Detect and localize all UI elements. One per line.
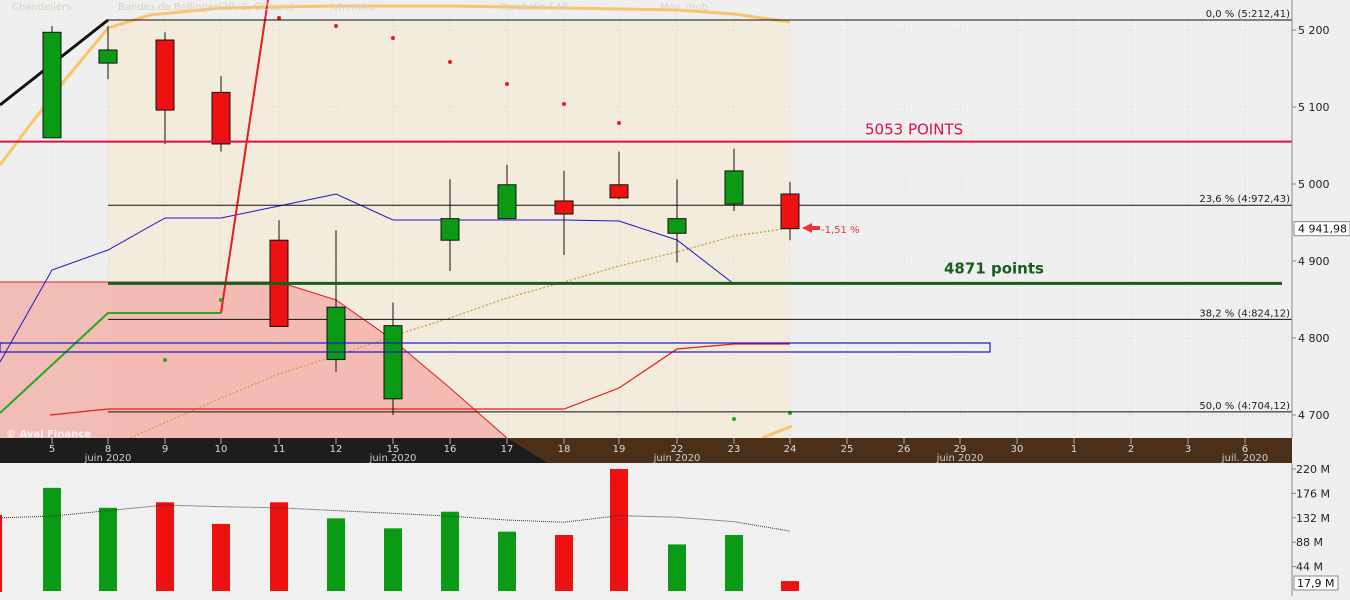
- fib-label-1: 23,6 % (4:972,43): [1199, 194, 1290, 205]
- sar-dot-2: [391, 36, 395, 40]
- sar-dot-0: [277, 16, 281, 20]
- x-tick-label-8: 17: [501, 444, 514, 455]
- x-tick-label-7: 16: [444, 444, 457, 455]
- change-badge: -1,51 %: [821, 225, 860, 236]
- volume-bar-15: [384, 528, 402, 591]
- candle-body-17: [497, 184, 517, 220]
- volume-bar-12: [327, 518, 345, 591]
- volume-bar-24: [781, 581, 799, 591]
- x-tick-label-4: 11: [273, 444, 286, 455]
- legend-item-3: Parabolic SAR: [500, 2, 569, 13]
- y-tick-label-0: 5 200: [1298, 24, 1330, 37]
- vol-tick-label-1: 176 M: [1296, 487, 1330, 500]
- x-tick-label-17: 30: [1011, 444, 1024, 455]
- vol-tick-label-3: 88 M: [1296, 536, 1323, 549]
- last-price-label: 4 941,98: [1298, 223, 1347, 236]
- legend-item-4: Moy. mob.: [660, 2, 711, 13]
- candle-body-18: [554, 200, 574, 215]
- y-tick-label-2: 5 000: [1298, 178, 1330, 191]
- candle-body-8: [98, 49, 118, 64]
- sar-dot-1: [334, 24, 338, 28]
- volume-bar-10: [212, 523, 230, 591]
- y-tick-label-4: 4 800: [1298, 332, 1330, 345]
- month-label-4: juil. 2020: [1221, 453, 1268, 464]
- x-tick-label-3: 10: [215, 444, 228, 455]
- x-tick-label-20: 3: [1185, 444, 1191, 455]
- vol-tick-label-2: 132 M: [1296, 512, 1330, 525]
- volume-panel-bg: [0, 463, 1292, 596]
- y-tick-label-1: 5 100: [1298, 101, 1330, 114]
- x-tick-label-14: 25: [841, 444, 854, 455]
- fib-label-0: 0,0 % (5:212,41): [1206, 9, 1290, 20]
- volume-bar-16: [441, 511, 459, 591]
- resistance-label: 5053 POINTS: [865, 121, 963, 139]
- vol-tick-label-4: 44 M: [1296, 561, 1323, 574]
- legend-item-2: Ichimoku: [330, 2, 375, 13]
- y-tick-label-5: 4 700: [1298, 409, 1330, 422]
- x-tick-label-12: 23: [728, 444, 741, 455]
- month-label-0: juin 2020: [84, 453, 132, 464]
- sar-green-dot-2: [732, 417, 736, 421]
- stock-chart[interactable]: 0,0 % (5:212,41) 23,6 % (4:972,43) 38,2 % …: [0, 0, 1350, 596]
- x-tick-label-5: 12: [330, 444, 343, 455]
- last-volume-label: 17,9 M: [1297, 577, 1334, 590]
- fib-label-2: 38,2 % (4:824,12): [1199, 308, 1290, 319]
- volume-bar-18: [555, 534, 573, 591]
- watermark: © Aval Finance: [6, 429, 91, 440]
- sar-dot-5: [562, 102, 566, 106]
- x-tick-label-0: 5: [49, 444, 55, 455]
- x-tick-label-10: 19: [613, 444, 626, 455]
- volume-bar-17: [498, 531, 516, 591]
- month-label-1: juin 2020: [369, 453, 417, 464]
- candle-body-10: [211, 91, 231, 145]
- candle-body-23: [724, 170, 744, 205]
- candle-body-15: [383, 325, 403, 400]
- sar-dot-6: [617, 121, 621, 125]
- volume-bar-9: [156, 502, 174, 591]
- sar-dot-3: [448, 60, 452, 64]
- candle-body-24: [780, 193, 800, 230]
- candle-body-16: [440, 218, 460, 241]
- chart-root: 0,0 % (5:212,41) 23,6 % (4:972,43) 38,2 % …: [0, 0, 1350, 596]
- fib-label-3: 50,0 % (4:704,12): [1199, 401, 1290, 412]
- x-tick-label-2: 9: [162, 444, 168, 455]
- vol-tick-label-0: 220 M: [1296, 463, 1330, 476]
- candle-body-5: [42, 31, 62, 139]
- volume-bar-8: [99, 507, 117, 591]
- sar-green-dot-0: [163, 358, 167, 362]
- y-tick-label-3: 4 900: [1298, 255, 1330, 268]
- volume-bar-11: [270, 502, 288, 591]
- legend-item-0: Chandeliers: [12, 2, 71, 13]
- support-label: 4871 points: [944, 259, 1044, 277]
- legend-item-1: Bandes de Bollinger(20, 2, Clôture): [118, 1, 294, 13]
- x-tick-label-19: 2: [1128, 444, 1134, 455]
- x-tick-label-9: 18: [558, 444, 571, 455]
- volume-bar-5: [43, 487, 61, 591]
- month-label-2: juin 2020: [653, 453, 701, 464]
- candle-body-19: [609, 184, 629, 199]
- x-tick-label-18: 1: [1071, 444, 1077, 455]
- x-tick-label-15: 26: [898, 444, 911, 455]
- volume-bar-19: [610, 469, 628, 591]
- x-tick-label-13: 24: [784, 444, 797, 455]
- sar-green-dot-1: [219, 298, 223, 302]
- volume-bar-23: [725, 534, 743, 591]
- candle-body-9: [155, 39, 175, 111]
- price-axis-bg: [1292, 0, 1350, 438]
- candle-body-22: [667, 218, 687, 234]
- month-label-3: juin 2020: [936, 453, 984, 464]
- sar-dot-4: [505, 82, 509, 86]
- volume-bar-22: [668, 544, 686, 591]
